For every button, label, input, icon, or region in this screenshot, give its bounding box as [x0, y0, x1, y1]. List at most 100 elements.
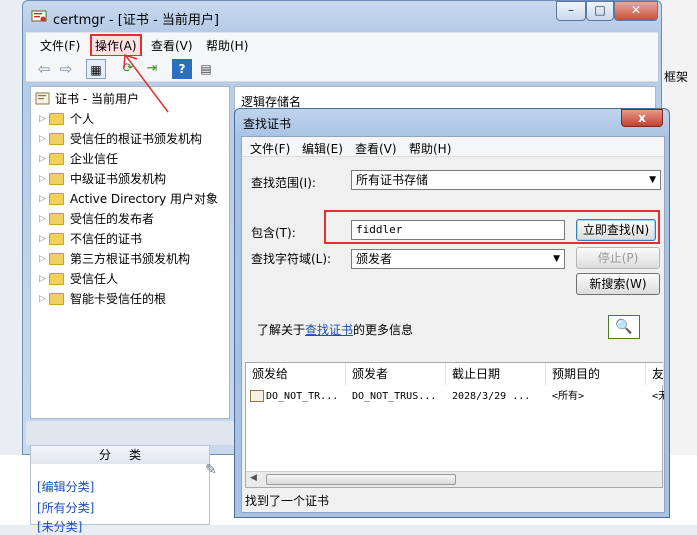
results-list: 颁发给 颁发者 截止日期 预期目的 友好 DO_NOT_TR... DO_NOT…	[245, 362, 664, 488]
field-select[interactable]: 颁发者 ▼	[351, 249, 565, 269]
tree-item-label: 受信任的根证书颁发机构	[70, 132, 203, 146]
folder-icon	[49, 132, 64, 145]
dialog-menu-edit[interactable]: 编辑(E)	[302, 140, 343, 157]
learn-prefix: 了解关于	[257, 323, 306, 337]
dialog-menubar: 文件(F) 编辑(E) 查看(V) 帮助(H)	[242, 137, 664, 157]
expand-arrow-icon[interactable]: ▷	[39, 154, 49, 164]
find-now-button[interactable]: 立即查找(N)	[576, 219, 656, 241]
cell-purpose: <所有>	[552, 391, 585, 402]
col-issued-to[interactable]: 颁发给	[246, 363, 346, 385]
dialog-close-button[interactable]: x	[621, 109, 663, 127]
search-certificate-icon: 🔍	[608, 315, 640, 339]
tree-item-label: Active Directory 用户对象	[70, 192, 219, 206]
folder-icon	[49, 272, 64, 285]
tree-item[interactable]: ▷ Active Directory 用户对象	[39, 190, 218, 208]
learn-more-link[interactable]: 查找证书	[305, 323, 353, 337]
expand-arrow-icon[interactable]: ▷	[39, 114, 49, 124]
scope-select-value: 所有证书存储	[356, 173, 429, 187]
expand-arrow-icon[interactable]: ▷	[39, 274, 49, 284]
show-tree-icon[interactable]: ▦	[86, 59, 106, 79]
certificate-icon	[31, 10, 47, 22]
all-categories-link[interactable]: [所有分类]	[37, 499, 94, 516]
tree-item[interactable]: ▷ 受信任人	[39, 270, 118, 288]
properties-icon[interactable]: ▤	[196, 59, 216, 79]
folder-icon	[49, 112, 64, 125]
tree-item[interactable]: ▷ 企业信任	[39, 150, 118, 168]
col-expires[interactable]: 截止日期	[446, 363, 546, 385]
tree-item[interactable]: ▷ 智能卡受信任的根	[39, 290, 166, 308]
learn-suffix: 的更多信息	[353, 323, 414, 337]
folder-icon	[49, 192, 64, 205]
folder-icon	[49, 172, 64, 185]
tree-item[interactable]: ▷ 不信任的证书	[39, 230, 142, 248]
tree-item[interactable]: ▷ 个人	[39, 110, 94, 128]
maximize-button[interactable]: □	[586, 1, 614, 21]
right-edge-text: 框架	[664, 70, 689, 84]
dialog-title: 查找证书	[243, 117, 292, 131]
dialog-menu-view[interactable]: 查看(V)	[355, 140, 397, 157]
dialog-menu-file[interactable]: 文件(F)	[250, 140, 290, 157]
dialog-menu-help[interactable]: 帮助(H)	[409, 140, 451, 157]
folder-icon	[49, 212, 64, 225]
dialog-status: 找到了一个证书	[245, 494, 330, 508]
cell-issued-to: DO_NOT_TR...	[266, 391, 339, 402]
tree-item-label: 受信任的发布者	[70, 212, 155, 226]
expand-arrow-icon[interactable]: ▷	[39, 174, 49, 184]
contains-label: 包含(T):	[251, 226, 296, 240]
category-panel: 分类 [编辑分类] [所有分类] [未分类]	[30, 445, 210, 534]
field-select-value: 颁发者	[356, 252, 393, 266]
expand-arrow-icon[interactable]: ▷	[39, 194, 49, 204]
window-title: certmgr - [证书 - 当前用户]	[53, 13, 219, 28]
scrollbar-thumb[interactable]	[266, 474, 456, 485]
titlebar: certmgr - [证书 - 当前用户] – □ ✕	[23, 1, 661, 31]
tree-item-label: 第三方根证书颁发机构	[70, 252, 191, 266]
chevron-down-icon: ▼	[649, 175, 656, 185]
tree-item[interactable]: ▷ 受信任的发布者	[39, 210, 154, 228]
stop-button[interactable]: 停止(P)	[576, 247, 660, 269]
edit-icon[interactable]: ✎	[205, 462, 217, 478]
tree-item[interactable]: ▷ 第三方根证书颁发机构	[39, 250, 190, 268]
tree-pane: 证书 - 当前用户 ▷ 个人 ▷ 受信任的根证书颁发机构 ▷ 企业信任 ▷ 中级证书颁发机构 ▷…	[30, 86, 230, 419]
forward-icon[interactable]: ⇨	[56, 59, 76, 79]
chevron-down-icon: ▼	[553, 254, 560, 264]
menu-help[interactable]: 帮助(H)	[206, 37, 248, 54]
expand-arrow-icon[interactable]: ▷	[39, 234, 49, 244]
folder-icon	[49, 252, 64, 265]
category-header: 分类	[31, 446, 209, 464]
contains-input[interactable]: fiddler	[351, 220, 565, 240]
cell-issuer: DO_NOT_TRUS...	[352, 391, 437, 402]
close-button[interactable]: ✕	[614, 1, 658, 21]
tree-item-label: 受信任人	[70, 272, 119, 286]
col-friendly[interactable]: 友好	[646, 363, 664, 385]
new-search-button[interactable]: 新搜索(W)	[576, 273, 660, 295]
back-icon[interactable]: ⇦	[34, 59, 54, 79]
tree-item-label: 企业信任	[70, 152, 119, 166]
tree-item-label: 中级证书颁发机构	[70, 172, 167, 186]
col-issuer[interactable]: 颁发者	[346, 363, 446, 385]
tree-item-label: 不信任的证书	[70, 232, 143, 246]
tree-item-label: 个人	[70, 112, 95, 126]
minimize-button[interactable]: –	[556, 1, 586, 21]
annotation-arrow	[123, 53, 169, 113]
expand-arrow-icon[interactable]: ▷	[39, 134, 49, 144]
folder-icon	[49, 152, 64, 165]
expand-arrow-icon[interactable]: ▷	[39, 214, 49, 224]
scope-select[interactable]: 所有证书存储 ▼	[351, 170, 661, 190]
folder-icon	[49, 232, 64, 245]
cell-friendly: <无>	[652, 391, 664, 402]
expand-arrow-icon[interactable]: ▷	[39, 254, 49, 264]
learn-more-text: 了解关于查找证书的更多信息	[257, 321, 413, 338]
scroll-left-icon[interactable]: ◀	[250, 473, 257, 483]
uncategorized-link[interactable]: [未分类]	[37, 518, 82, 535]
tree-item-label: 智能卡受信任的根	[70, 292, 167, 306]
edit-category-link[interactable]: [编辑分类]	[37, 478, 94, 495]
expand-arrow-icon[interactable]: ▷	[39, 294, 49, 304]
col-purpose[interactable]: 预期目的	[546, 363, 646, 385]
horizontal-scrollbar[interactable]: ◀	[246, 471, 662, 487]
find-certificate-dialog: 查找证书 x 文件(F) 编辑(E) 查看(V) 帮助(H) 查找范围(I): …	[234, 108, 670, 518]
certificate-store-icon	[35, 92, 50, 104]
tree-item[interactable]: ▷ 中级证书颁发机构	[39, 170, 166, 188]
menu-file[interactable]: 文件(F)	[40, 37, 80, 54]
field-label: 查找字符域(L):	[251, 252, 332, 266]
tree-item[interactable]: ▷ 受信任的根证书颁发机构	[39, 130, 202, 148]
